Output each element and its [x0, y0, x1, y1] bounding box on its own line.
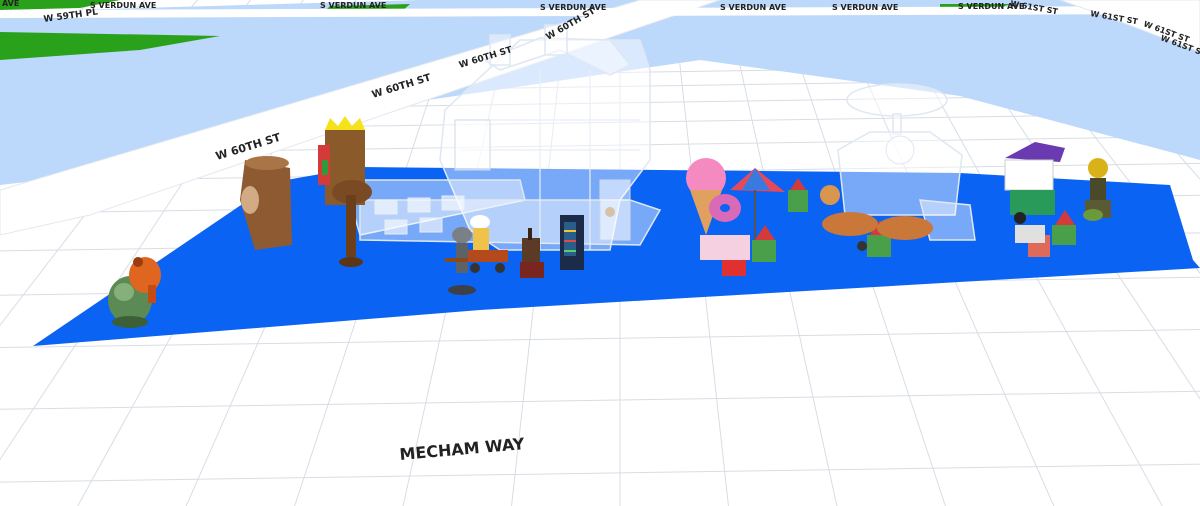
street-label-ave-edge: AVE — [2, 0, 19, 8]
vending-machine[interactable] — [560, 215, 584, 270]
street-label-verdun-1: S VERDUN AVE — [90, 1, 156, 10]
street-label-verdun-2: S VERDUN AVE — [320, 1, 386, 10]
street-label-verdun-5: S VERDUN AVE — [832, 3, 898, 12]
world-3d-view[interactable]: W 59TH PL S VERDUN AVE S VERDUN AVE S VE… — [0, 0, 1200, 506]
game-viewport[interactable]: W 59TH PL S VERDUN AVE S VERDUN AVE S VE… — [0, 0, 1200, 506]
street-label-verdun-3: S VERDUN AVE — [540, 3, 606, 12]
street-label-verdun-4: S VERDUN AVE — [720, 3, 786, 12]
